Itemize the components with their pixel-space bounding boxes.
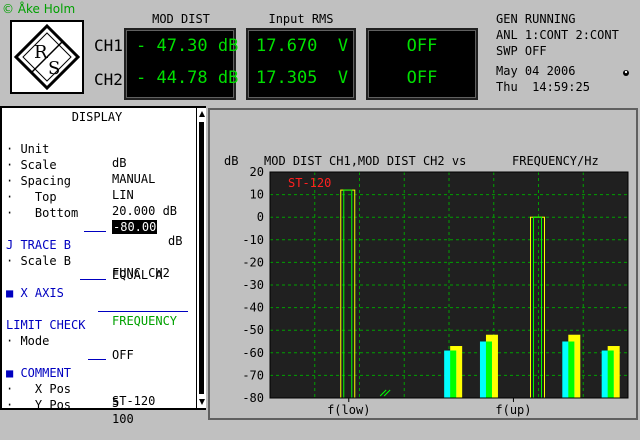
setting-comment[interactable]: ■ COMMENT ST-120 xyxy=(6,352,155,408)
overlap-bar xyxy=(450,350,457,398)
ch2-function-value: OFF xyxy=(406,68,438,88)
overlap-bar xyxy=(485,341,492,398)
watermark: © Åke Holm xyxy=(2,2,76,16)
x-axis-label: FREQUENCY/Hz xyxy=(512,154,599,168)
y-tick-label: -10 xyxy=(242,233,264,247)
bottom-value-input[interactable]: -80.00 xyxy=(112,220,158,234)
y-tick-label: 0 xyxy=(257,210,264,224)
setting-value: 5 xyxy=(112,396,120,410)
label-connector-line xyxy=(84,231,106,232)
setting-value: 20.000 dB xyxy=(112,204,178,218)
scroll-up-icon[interactable] xyxy=(198,110,206,118)
setting-top[interactable]: · Top 20.000 dB xyxy=(6,176,177,218)
mod-dist-title: MOD DIST xyxy=(152,12,210,26)
setting-scale-b[interactable]: · Scale B EQUAL A xyxy=(6,240,163,282)
y-tick-label: -40 xyxy=(242,301,264,315)
setting-x-pos[interactable]: · X Pos 5 xyxy=(6,368,119,410)
setting-scale[interactable]: · Scale MANUAL xyxy=(6,144,155,186)
y-tick-label: -80 xyxy=(242,391,264,405)
setting-value: OFF xyxy=(112,348,134,362)
y-tick-label: 20 xyxy=(250,165,264,179)
setting-value: 100 xyxy=(112,412,134,426)
svg-text:S: S xyxy=(48,58,60,79)
ch2-label: CH2 xyxy=(94,70,123,89)
overlap-bar xyxy=(568,341,575,398)
mod-dist-chart: dB MOD DIST CH1,MOD DIST CH2 vs FREQUENCY/… xyxy=(224,154,629,417)
ch2-mod-dist-value: - 44.78 dB xyxy=(136,68,239,88)
y-tick-label: 10 xyxy=(250,188,264,202)
setting-value: EQUAL A xyxy=(112,268,163,282)
setting-unit[interactable]: · Unit dB xyxy=(6,128,126,170)
mod-dist-display: - 47.30 dB - 44.78 dB xyxy=(124,28,239,100)
scroll-thumb[interactable] xyxy=(199,122,204,394)
graph-panel: dB MOD DIST CH1,MOD DIST CH2 vs FREQUENCY/… xyxy=(208,108,638,420)
setting-x-axis[interactable]: ■ X AXIS FREQUENCY xyxy=(6,272,177,328)
setting-value: MANUAL xyxy=(112,172,156,186)
function-display: OFF OFF xyxy=(366,28,478,100)
date-display: May 04 2006 xyxy=(496,64,576,78)
settings-title: DISPLAY xyxy=(71,110,123,124)
activity-indicator-icon xyxy=(622,66,630,76)
time-display: Thu 14:59:25 xyxy=(496,80,590,94)
y-tick-label: -50 xyxy=(242,323,264,337)
setting-spacing[interactable]: · Spacing LIN xyxy=(6,160,134,202)
chart-title: MOD DIST CH1,MOD DIST CH2 vs xyxy=(264,154,466,168)
comment-annotation: ST-120 xyxy=(288,176,331,190)
scroll-down-icon[interactable] xyxy=(198,398,206,406)
rs-logo: R S xyxy=(10,20,84,94)
y-axis-label: dB xyxy=(224,154,238,168)
label-connector-line xyxy=(88,359,106,360)
ch1-rms-value: 17.670 V xyxy=(256,36,349,56)
setting-limit-mode[interactable]: · Mode OFF xyxy=(6,320,134,362)
setting-label: · Y Pos xyxy=(6,398,72,412)
svg-text:R: R xyxy=(34,42,48,63)
input-rms-title: Input RMS xyxy=(268,12,334,26)
y-tick-label: -60 xyxy=(242,346,264,360)
setting-trace-b[interactable]: J TRACE B FUNC CH2 xyxy=(6,224,170,280)
label-connector-line xyxy=(98,311,188,312)
setting-value: dB xyxy=(112,156,127,170)
setting-label: ■ X AXIS xyxy=(6,286,64,300)
setting-label: · Bottom xyxy=(6,206,79,220)
setting-label: · Mode xyxy=(6,334,50,348)
ch2-rms-value: 17.305 V xyxy=(256,68,349,88)
ch1-label: CH1 xyxy=(94,36,123,55)
x-tick-label: f(up) xyxy=(495,403,531,417)
ch1-function-value: OFF xyxy=(406,36,438,56)
ch1-mod-dist-value: - 47.30 dB xyxy=(136,36,239,56)
settings-scrollbar[interactable] xyxy=(196,108,206,408)
generator-status: GEN RUNNING xyxy=(496,12,576,26)
display-settings-panel: DISPLAY · Unit dB · Scale MANUAL · Spaci… xyxy=(0,106,206,426)
setting-y-pos[interactable]: · Y Pos 100 xyxy=(6,384,134,426)
x-tick-label: f(low) xyxy=(327,403,370,417)
y-tick-label: -20 xyxy=(242,255,264,269)
setting-bottom[interactable]: · Bottom -80.00 dB xyxy=(6,192,182,248)
overlap-bar xyxy=(607,350,614,398)
label-connector-line xyxy=(80,279,106,280)
y-tick-label: -70 xyxy=(242,368,264,382)
setting-label: · Scale B xyxy=(6,254,72,268)
y-tick-label: -30 xyxy=(242,278,264,292)
setting-value: LIN xyxy=(112,188,134,202)
input-rms-display: 17.670 V 17.305 V xyxy=(246,28,356,100)
header: © Åke Holm R S CH1 CH2 MOD DIST Input RM… xyxy=(0,0,640,104)
setting-value: FREQUENCY xyxy=(112,314,178,328)
bottom-unit: dB xyxy=(168,234,183,248)
sweep-status: SWP OFF xyxy=(496,44,547,58)
limit-check-section[interactable]: LIMIT CHECK xyxy=(6,304,188,332)
analyzer-status: ANL 1:CONT 2:CONT xyxy=(496,28,619,42)
rs-logo-icon: R S xyxy=(13,23,81,91)
